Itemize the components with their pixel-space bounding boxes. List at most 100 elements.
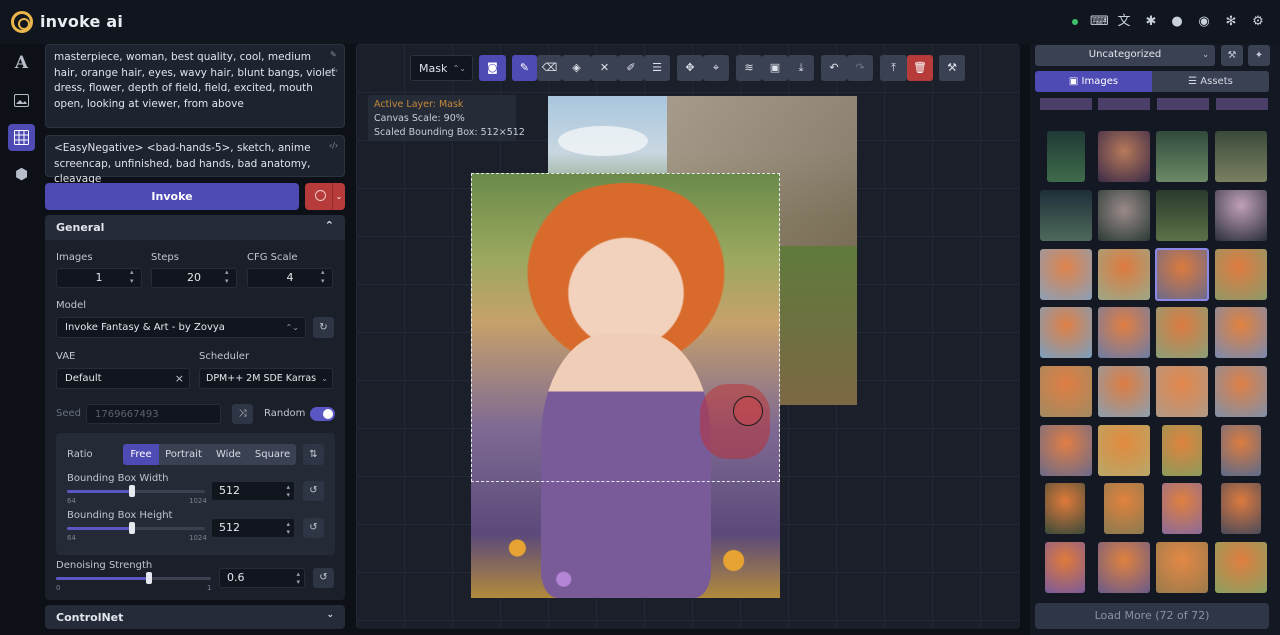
seed-field[interactable]: 1769667493 — [86, 404, 221, 424]
settings-icon[interactable]: ⚙ — [1250, 14, 1266, 30]
bbox-height-slider[interactable] — [67, 527, 205, 530]
gallery-thumbnail[interactable] — [1221, 425, 1261, 476]
gallery-thumbnail[interactable] — [1156, 366, 1208, 417]
chevron-down-icon[interactable]: ⌄ — [332, 183, 345, 210]
bbox-width-field[interactable]: 512 ▴ ▾ — [211, 481, 295, 501]
gallery-settings-icon[interactable]: ⚒ — [1221, 45, 1243, 66]
stepper-icon[interactable]: ▴ ▾ — [225, 268, 229, 286]
denoise-field[interactable]: 0.6 ▴ ▾ — [219, 568, 305, 588]
gallery-thumbnail[interactable] — [1221, 483, 1261, 534]
reset-width-icon[interactable]: ↺ — [303, 481, 324, 501]
gallery-thumbnail[interactable] — [1045, 542, 1085, 593]
unified-canvas-tab-icon[interactable] — [8, 124, 35, 151]
gallery-thumbnail[interactable] — [1040, 366, 1092, 417]
mask-options-icon[interactable]: ◙ — [479, 55, 506, 81]
gallery-thumbnail[interactable] — [1215, 249, 1267, 300]
image-to-image-tab-icon[interactable] — [8, 87, 35, 114]
gallery-thumbnail[interactable] — [1215, 366, 1267, 417]
gallery-thumbnail[interactable] — [1098, 542, 1150, 593]
gallery-thumbnail[interactable] — [1098, 366, 1150, 417]
ratio-portrait-button[interactable]: Portrait — [159, 444, 208, 465]
pin-gallery-icon[interactable]: ✦ — [1248, 45, 1270, 66]
gallery-thumbnail[interactable] — [1098, 425, 1150, 476]
shuffle-seed-icon[interactable]: ⤨ — [232, 404, 253, 424]
ratio-wide-button[interactable]: Wide — [208, 444, 249, 465]
refresh-models-icon[interactable]: ↻ — [313, 317, 334, 338]
scheduler-select[interactable]: DPM++ 2M SDE Karras ⌄ — [199, 368, 333, 389]
gallery-thumbnail[interactable] — [1215, 190, 1267, 241]
stepper-icon[interactable]: ▴ ▾ — [130, 268, 134, 286]
stepper-icon[interactable]: ▴ ▾ — [321, 268, 325, 286]
gallery-thumbnail[interactable] — [1215, 131, 1267, 182]
save-to-gallery-icon[interactable]: ▣ — [762, 55, 788, 81]
gallery-thumbnail[interactable] — [1156, 307, 1208, 358]
ratio-free-button[interactable]: Free — [123, 444, 159, 465]
reset-view-icon[interactable]: ⌖ — [703, 55, 729, 81]
discord-icon[interactable]: ◉ — [1196, 14, 1212, 30]
undo-icon[interactable]: ↶ — [821, 55, 847, 81]
gallery-thumbnail[interactable] — [1040, 425, 1092, 476]
model-manager-tab-icon[interactable]: ⬢ — [8, 161, 35, 188]
controlnet-section-header[interactable]: ControlNet ⌄ — [45, 605, 345, 629]
denoise-thumb[interactable] — [146, 572, 152, 584]
reset-height-icon[interactable]: ↺ — [303, 518, 324, 538]
ratio-square-button[interactable]: Square — [249, 444, 296, 465]
gallery-thumbnail[interactable] — [1156, 190, 1208, 241]
gallery-thumbnail[interactable] — [1215, 542, 1267, 593]
move-icon[interactable]: ✥ — [677, 55, 703, 81]
board-select[interactable]: Uncategorized ⌄ — [1035, 45, 1215, 66]
load-more-button[interactable]: Load More (72 of 72) — [1035, 603, 1269, 629]
merge-visible-icon[interactable]: ≋ — [736, 55, 762, 81]
pin-icon[interactable]: ✎ — [330, 50, 337, 59]
bbox-width-slider[interactable] — [67, 490, 205, 493]
fill-bounding-box-icon[interactable]: ◈ — [562, 55, 591, 81]
cog-icon[interactable]: ✻ — [1223, 14, 1239, 30]
gallery-thumbnail[interactable] — [1098, 131, 1150, 182]
bbox-height-field[interactable]: 512 ▴ ▾ — [211, 518, 295, 538]
gallery-thumbnail[interactable] — [1156, 542, 1208, 593]
eraser-icon[interactable]: ⌫ — [537, 55, 562, 81]
translate-icon[interactable]: 文 — [1116, 14, 1132, 30]
invoke-button[interactable]: Invoke — [45, 183, 299, 210]
gallery-thumbnail[interactable] — [1040, 307, 1092, 358]
redo-icon[interactable]: ↷ — [847, 55, 873, 81]
gallery-thumbnail[interactable] — [1040, 249, 1092, 300]
cancel-button[interactable]: ⌄ — [305, 183, 345, 210]
gallery-thumbnail[interactable] — [1162, 425, 1202, 476]
bbox-height-thumb[interactable] — [129, 522, 135, 534]
download-icon[interactable]: ⤓ — [788, 55, 814, 81]
model-select[interactable]: Invoke Fantasy & Art - by Zovya ⌃⌄ — [56, 317, 306, 338]
gallery-assets-tab[interactable]: ☰ Assets — [1152, 71, 1269, 92]
gallery-thumbnail[interactable] — [1098, 249, 1150, 300]
gallery-thumbnail[interactable] — [1098, 190, 1150, 241]
clear-icon[interactable]: ✕ — [591, 55, 618, 81]
gallery-thumbnail[interactable] — [1215, 307, 1267, 358]
denoise-slider[interactable] — [56, 577, 211, 580]
gallery-thumbnail[interactable] — [1156, 131, 1208, 182]
brush-icon[interactable]: ✎ — [512, 55, 537, 81]
embedding-icon[interactable]: ‹/› — [329, 66, 338, 75]
gallery-thumbnail[interactable] — [1047, 131, 1085, 182]
gallery-thumbnail[interactable] — [1098, 307, 1150, 358]
vae-select[interactable]: Default × — [56, 368, 190, 389]
gallery-images-tab[interactable]: ▣ Images — [1035, 71, 1152, 92]
gallery-thumbnail[interactable] — [1162, 483, 1202, 534]
negative-embedding-icon[interactable]: ‹/› — [329, 141, 338, 150]
positive-prompt-input[interactable]: masterpiece, woman, best quality, cool, … — [45, 44, 345, 128]
color-picker-icon[interactable]: ✐ — [618, 55, 644, 81]
canvas-settings-icon[interactable]: ⚒ — [939, 55, 965, 81]
random-seed-toggle[interactable] — [310, 407, 335, 421]
gallery-thumbnail-selected[interactable] — [1155, 248, 1209, 301]
swap-dimensions-icon[interactable]: ⇅ — [303, 444, 324, 465]
keyboard-icon[interactable]: ⌨ — [1090, 14, 1109, 30]
github-icon[interactable]: ● — [1169, 14, 1185, 30]
bug-icon[interactable]: ✱ — [1143, 14, 1159, 30]
gallery-thumbnail[interactable] — [1045, 483, 1085, 534]
gallery-thumbnail[interactable] — [1104, 483, 1144, 534]
bbox-width-thumb[interactable] — [129, 485, 135, 497]
brush-options-icon[interactable]: ☰ — [644, 55, 670, 81]
layer-select[interactable]: Mask ⌃⌄ — [410, 55, 473, 81]
trash-icon[interactable]: 🗑 — [907, 55, 933, 81]
general-section-header[interactable]: General ⌃ — [45, 215, 345, 240]
negative-prompt-input[interactable]: <EasyNegative> <bad-hands-5>, sketch, an… — [45, 135, 345, 185]
